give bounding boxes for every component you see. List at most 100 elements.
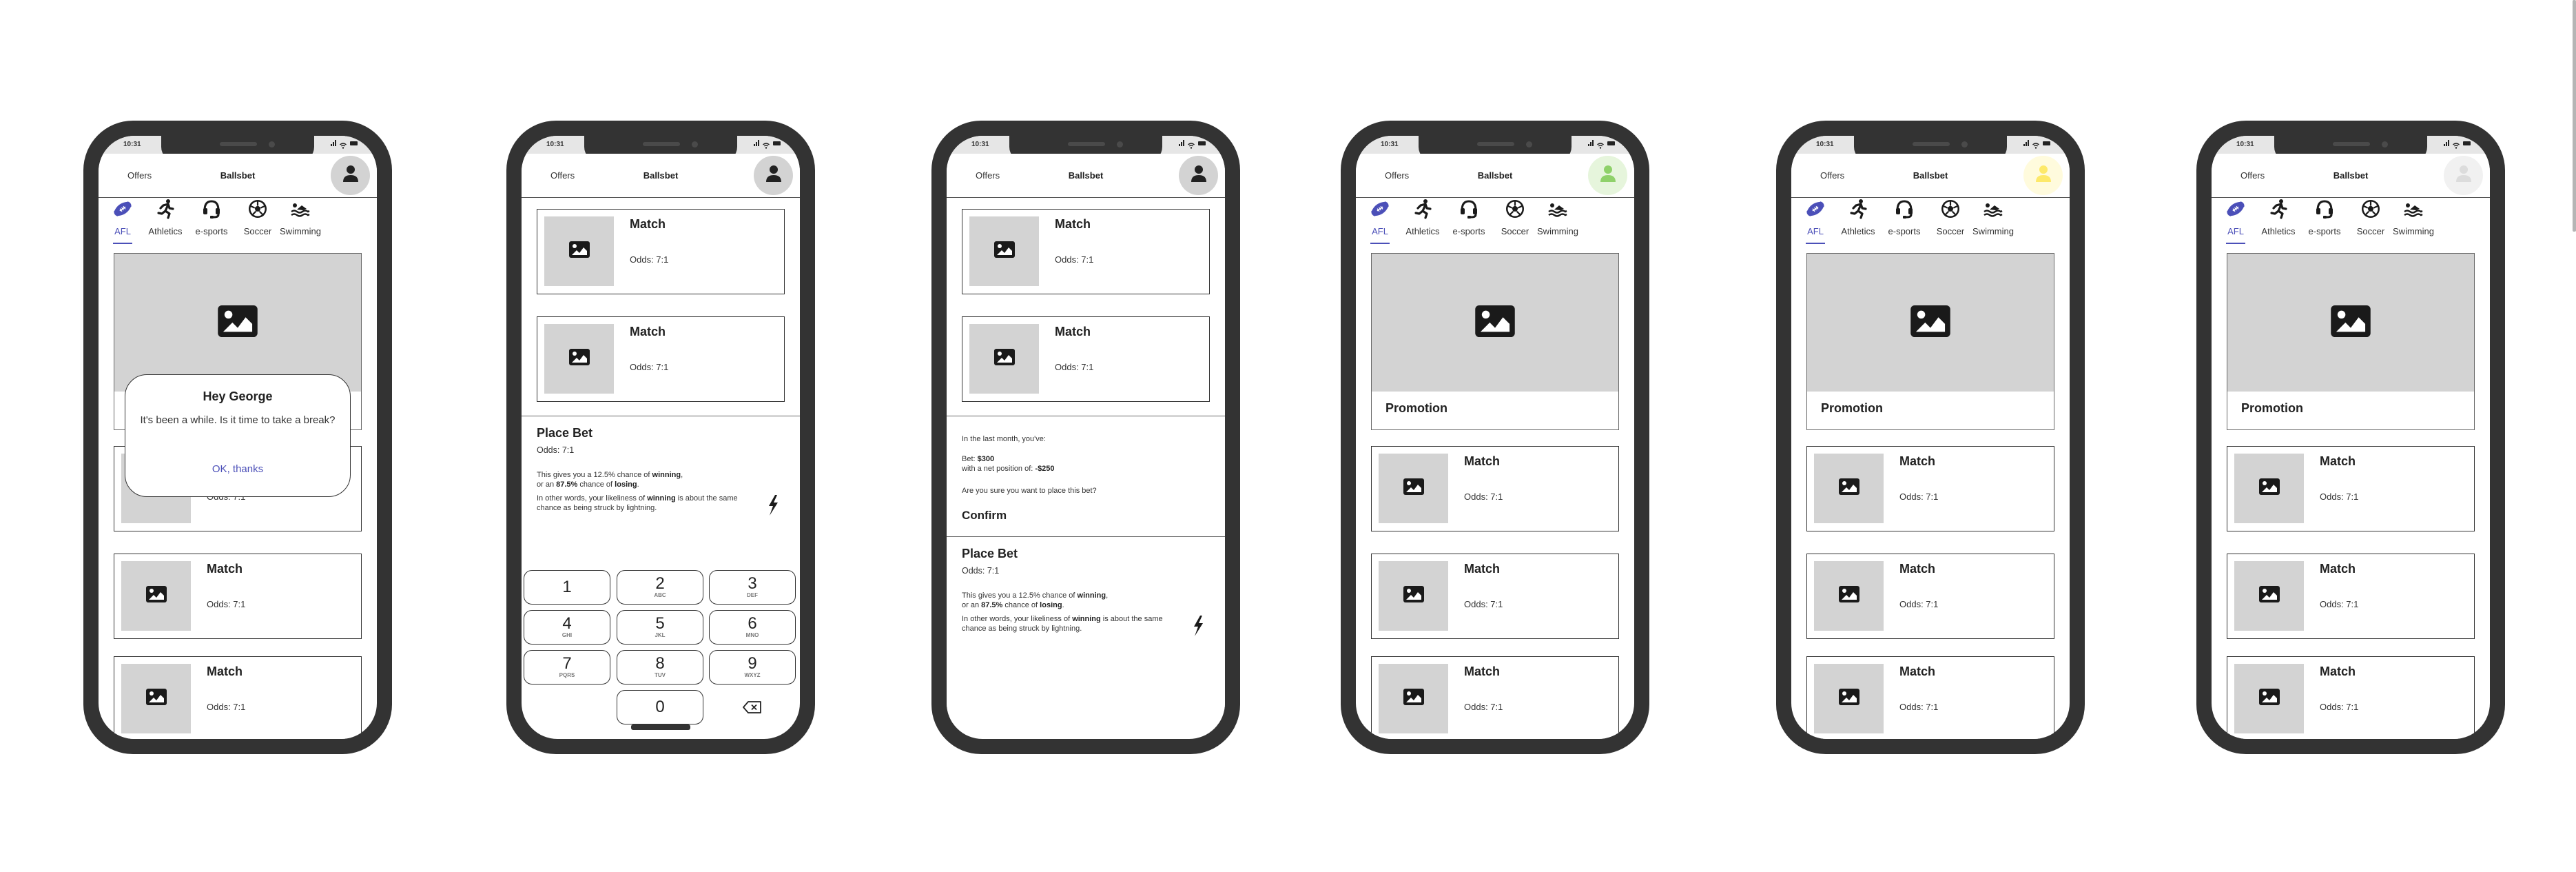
sport-tabs: AFL Athletics e-sports Soccer Swimming [99,199,377,247]
tab-swimming[interactable]: Swimming [1966,199,2021,236]
status-icons [2444,140,2471,149]
match-title: Match [1899,562,1936,576]
sport-tabs: AFL Athletics e-sports Soccer Swimming [1791,199,2070,247]
key-digit: 8 [655,654,665,673]
key-9[interactable]: 9 WXYZ [709,650,796,685]
match-title: Match [1055,217,1091,231]
match-title: Match [1899,454,1936,468]
match-odds: Odds: 7:1 [1899,491,1939,502]
key-letters: JKL [655,632,666,638]
front-camera [1117,141,1123,148]
key-7[interactable]: 7 PQRS [524,650,610,685]
app-bar: Offers Ballsbet [1791,154,2070,198]
match-card[interactable]: Match Odds: 7:1 [2227,554,2475,639]
promotion-title: Promotion [1385,401,1447,415]
match-odds: Odds: 7:1 [630,254,669,265]
match-thumbnail [121,561,191,631]
match-card[interactable]: Match Odds: 7:1 [962,209,1210,294]
place-bet-panel: Place Bet Odds: 7:1 This gives you a 12.5%… [947,536,1225,723]
promotion-card[interactable]: Promotion [1371,253,1619,430]
break-reminder-dialog: Hey George It's been a while. Is it time … [125,374,351,497]
image-icon [2330,305,2371,341]
tab-swimming[interactable]: Swimming [273,199,328,236]
ok-thanks-button[interactable]: OK, thanks [125,463,350,475]
match-card[interactable]: Match Odds: 7:1 [114,656,362,739]
status-icons [331,140,358,149]
confirm-question: Are you sure you want to place this bet? [962,487,1097,495]
battery-icon [350,141,358,145]
key-5[interactable]: 5 JKL [617,610,703,645]
status-time: 10:31 [1816,141,1834,148]
profile-avatar-button[interactable] [1588,156,1627,195]
swimmer-icon [1530,199,1585,219]
place-bet-odds: Odds: 7:1 [537,445,575,455]
confirm-button[interactable]: Confirm [962,509,1007,523]
promotion-card[interactable]: Promotion [2227,253,2475,430]
profile-avatar-button[interactable] [331,156,370,195]
key-2[interactable]: 2 ABC [617,570,703,605]
profile-avatar-button[interactable] [754,156,793,195]
body-text: . [637,480,639,489]
status-icons [2023,140,2050,149]
match-odds: Odds: 7:1 [1464,491,1503,502]
image-icon [993,241,1015,261]
tab-label: Swimming [280,226,321,236]
key-8[interactable]: 8 TUV [617,650,703,685]
match-card[interactable]: Match Odds: 7:1 [537,316,785,402]
body-text: Bet: [962,455,978,463]
key-6[interactable]: 6 MNO [709,610,796,645]
key-3[interactable]: 3 DEF [709,570,796,605]
body-text: , [681,471,683,479]
profile-avatar-button[interactable] [1179,156,1218,195]
match-card[interactable]: Match Odds: 7:1 [114,554,362,639]
signal-icon [2023,140,2029,146]
tab-swimming[interactable]: Swimming [1530,199,1585,236]
match-thumbnail [544,216,614,286]
battery-icon [1198,141,1206,145]
promotion-card[interactable]: Promotion [1806,253,2054,430]
tab-swimming[interactable]: Swimming [2386,199,2441,236]
match-card[interactable]: Match Odds: 7:1 [1371,554,1619,639]
profile-avatar-button[interactable] [2023,156,2063,195]
key-0[interactable]: 0 [617,690,703,724]
emphasis-text: 87.5% [556,480,578,489]
match-card[interactable]: Match Odds: 7:1 [2227,446,2475,531]
person-icon [2453,163,2474,187]
match-odds: Odds: 7:1 [2320,702,2359,712]
home-indicator[interactable] [631,724,690,730]
match-card[interactable]: Match Odds: 7:1 [962,316,1210,402]
key-letters: GHI [561,632,573,638]
match-card[interactable]: Match Odds: 7:1 [1806,656,2054,739]
active-tab-indicator [113,243,132,244]
status-time: 10:31 [546,141,564,148]
status-time: 10:31 [123,141,141,148]
match-card[interactable]: Match Odds: 7:1 [1806,554,2054,639]
key-1[interactable]: 1 [524,570,610,605]
image-icon [1838,586,1859,606]
match-thumbnail [1814,664,1884,733]
front-camera [1961,141,1968,148]
image-icon [1838,478,1859,498]
page-scrollbar[interactable] [2573,0,2576,232]
match-title: Match [1464,454,1501,468]
match-title: Match [1899,665,1936,678]
match-card[interactable]: Match Odds: 7:1 [2227,656,2475,739]
match-card[interactable]: Match Odds: 7:1 [1371,656,1619,739]
match-card[interactable]: Match Odds: 7:1 [537,209,785,294]
key-digit: 4 [562,614,572,633]
match-thumbnail [1379,561,1448,631]
match-thumbnail [2234,664,2304,733]
match-card[interactable]: Match Odds: 7:1 [1371,446,1619,531]
backspace-icon[interactable] [742,700,763,715]
key-letters: ABC [654,592,666,598]
match-card[interactable]: Match Odds: 7:1 [1806,446,2054,531]
lightning-comparison-text: In other words, your likeliness of winni… [962,614,1182,633]
promotion-image [1807,254,2054,392]
key-4[interactable]: 4 GHI [524,610,610,645]
app-bar: Offers Ballsbet [2212,154,2490,198]
body-text: . [1062,601,1064,609]
match-odds: Odds: 7:1 [1464,599,1503,609]
signal-icon [754,140,759,146]
profile-avatar-button[interactable] [2444,156,2483,195]
spending-intro: In the last month, you've: [962,435,1046,443]
